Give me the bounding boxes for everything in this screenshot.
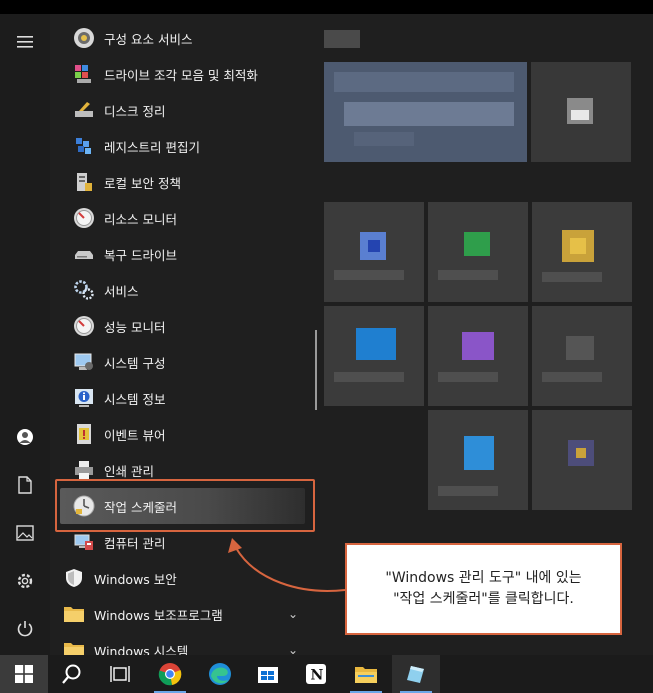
- power-icon[interactable]: [0, 609, 50, 649]
- resource-monitor-icon: [72, 206, 96, 230]
- list-item-event-viewer[interactable]: 이벤트 뷰어: [60, 417, 315, 451]
- app-label: 시스템 정보: [104, 391, 166, 407]
- app-label: 로컬 보안 정책: [104, 175, 181, 191]
- chrome-icon[interactable]: [146, 655, 194, 693]
- highlight-box: [55, 479, 315, 532]
- task-view-icon[interactable]: [96, 655, 144, 693]
- user-icon[interactable]: [0, 417, 50, 457]
- callout-line-1: "Windows 관리 도구" 내에 있는: [385, 570, 582, 586]
- list-item-windows-system[interactable]: Windows 시스템 ⌄: [50, 633, 312, 655]
- tile-group-header: [324, 30, 360, 48]
- tile-wide[interactable]: [324, 62, 527, 162]
- tile-app-2[interactable]: [428, 202, 528, 302]
- chevron-down-icon[interactable]: ⌄: [288, 643, 298, 655]
- search-icon[interactable]: [48, 655, 96, 693]
- svg-text:N: N: [311, 668, 324, 684]
- app-label: 드라이브 조각 모음 및 최적화: [104, 67, 258, 83]
- tile-app-8[interactable]: [532, 410, 632, 510]
- list-item-performance-monitor[interactable]: 성능 모니터: [60, 309, 315, 343]
- list-item-system-information[interactable]: 시스템 정보: [60, 381, 315, 415]
- instruction-callout: "Windows 관리 도구" 내에 있는 "작업 스케줄러"를 클릭합니다.: [345, 543, 622, 635]
- callout-line-2: "작업 스케줄러"를 클릭합니다.: [393, 591, 574, 607]
- list-item-registry-editor[interactable]: 레지스트리 편집기: [60, 129, 315, 163]
- folder-icon: [62, 602, 86, 626]
- start-left-rail: [0, 14, 50, 655]
- disk-cleanup-icon: [72, 98, 96, 122]
- list-item-disk-cleanup[interactable]: 디스크 정리: [60, 93, 315, 127]
- recovery-drive-icon: [72, 242, 96, 266]
- app-label: 이벤트 뷰어: [104, 427, 166, 443]
- app-label: 성능 모니터: [104, 319, 166, 335]
- app-label: 리소스 모니터: [104, 211, 177, 227]
- app-label: Windows 보조프로그램: [94, 607, 223, 623]
- list-item-component-services[interactable]: 구성 요소 서비스: [60, 21, 315, 55]
- pictures-icon[interactable]: [0, 513, 50, 553]
- list-item-recovery-drive[interactable]: 복구 드라이브: [60, 237, 315, 271]
- app-label: 디스크 정리: [104, 103, 166, 119]
- computer-management-icon: [72, 530, 96, 554]
- settings-icon[interactable]: [0, 561, 50, 601]
- system-configuration-icon: [72, 350, 96, 374]
- app-label: 복구 드라이브: [104, 247, 177, 263]
- app-label: 레지스트리 편집기: [104, 139, 200, 155]
- tile-app-5[interactable]: [428, 306, 528, 406]
- component-services-icon: [72, 26, 96, 50]
- app-label: 인쇄 관리: [104, 463, 154, 479]
- windows-start-icon[interactable]: [0, 655, 48, 693]
- tile-app-7[interactable]: [428, 410, 528, 510]
- defrag-icon: [72, 62, 96, 86]
- list-item-services[interactable]: 서비스: [60, 273, 315, 307]
- list-item-windows-accessories[interactable]: Windows 보조프로그램 ⌄: [50, 597, 312, 631]
- list-item-resource-monitor[interactable]: 리소스 모니터: [60, 201, 315, 235]
- event-viewer-icon: [72, 422, 96, 446]
- performance-monitor-icon: [72, 314, 96, 338]
- hamburger-menu-icon[interactable]: [0, 22, 50, 62]
- app-label: 컴퓨터 관리: [104, 535, 166, 551]
- tile-app-1[interactable]: [324, 202, 424, 302]
- notion-icon[interactable]: N: [292, 655, 340, 693]
- app-label: 시스템 구성: [104, 355, 166, 371]
- app-list: 구성 요소 서비스 드라이브 조각 모음 및 최적화 디스크 정리 레지스트리 …: [50, 14, 320, 655]
- store-icon[interactable]: [244, 655, 292, 693]
- tile-app-4[interactable]: [324, 306, 424, 406]
- local-security-policy-icon: [72, 170, 96, 194]
- file-explorer-icon[interactable]: [342, 655, 390, 693]
- tile-app-6[interactable]: [532, 306, 632, 406]
- services-icon: [72, 278, 96, 302]
- tile-app-3[interactable]: [532, 202, 632, 302]
- app-list-scrollbar[interactable]: [315, 330, 317, 410]
- registry-editor-icon: [72, 134, 96, 158]
- folder-icon: [62, 638, 86, 655]
- app-icon[interactable]: [392, 655, 440, 693]
- list-item-defrag[interactable]: 드라이브 조각 모음 및 최적화: [60, 57, 315, 91]
- tile-square[interactable]: [531, 62, 631, 162]
- list-item-windows-security[interactable]: Windows 보안: [50, 561, 312, 595]
- system-information-icon: [72, 386, 96, 410]
- edge-icon[interactable]: [196, 655, 244, 693]
- list-item-local-security-policy[interactable]: 로컬 보안 정책: [60, 165, 315, 199]
- app-label: 서비스: [104, 283, 139, 299]
- document-icon[interactable]: [0, 465, 50, 505]
- taskbar: N: [0, 655, 653, 693]
- list-item-system-configuration[interactable]: 시스템 구성: [60, 345, 315, 379]
- app-label: Windows 시스템: [94, 643, 189, 656]
- chevron-down-icon[interactable]: ⌄: [288, 607, 298, 621]
- window-top-edge: [0, 0, 653, 14]
- shield-icon: [62, 566, 86, 590]
- app-label: Windows 보안: [94, 571, 177, 587]
- app-label: 구성 요소 서비스: [104, 31, 193, 47]
